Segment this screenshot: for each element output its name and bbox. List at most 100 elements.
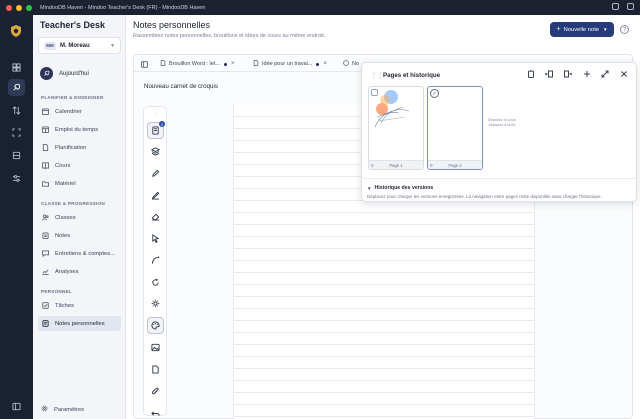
nav-item-notes-personnelles[interactable]: Notes personnelles [38,316,121,331]
section-planning: PLANIFIER & ENSEIGNER [41,95,104,100]
close-icon[interactable] [618,68,630,80]
close-tab-icon[interactable]: × [231,61,235,67]
chevron-down-icon: ▼ [367,185,372,191]
drag-handle-icon[interactable]: ⋮⋮ [371,72,383,79]
nav-item-planification[interactable]: Planification [38,140,121,155]
shield-logo-icon [9,24,23,38]
history-description: Déplacez pour charger les versions enreg… [367,194,602,199]
page-label: Page 2 [428,160,482,169]
page-selected-check-icon[interactable]: ✓ [430,89,439,98]
page-subtitle: Rassemblez notes personnelles, brouillon… [133,33,326,39]
gear-icon [41,405,48,414]
minimize-window-button[interactable] [16,4,22,11]
tab-label: Idée pour un travai... [262,61,313,67]
nav-item-materiel[interactable]: Matériel [38,176,121,191]
window-title: MindooDB Haven - Mindoo Teacher's Desk (… [40,4,206,11]
nav-label: Analyses [55,268,79,275]
main-content: Notes personnelles Rassemblez notes pers… [126,15,640,419]
document-icon[interactable] [147,361,164,378]
eraser-icon[interactable] [147,208,164,225]
sliders-icon[interactable] [8,170,25,187]
divider [362,178,636,179]
nav-item-classes[interactable]: Classes [38,210,121,225]
pages-count-badge: 2 [159,121,165,127]
clipboard-icon [41,232,49,240]
help-icon[interactable]: ? [620,25,629,34]
folder-icon [41,180,49,188]
version-history-toggle[interactable]: ▼ Historique des versions [367,185,433,191]
panel-toggle-icon[interactable] [8,398,25,415]
nav-item-cours[interactable]: Cours [38,158,121,173]
panel-title: Pages et historique [383,72,441,79]
rocket-icon[interactable] [8,79,25,96]
rotate-icon[interactable] [147,274,164,291]
nav-label: Classes [55,214,76,221]
expand-icon[interactable] [599,68,611,80]
layers-icon[interactable] [147,143,164,160]
tab-sketchbook[interactable]: No [343,59,359,69]
chat-icon [41,250,49,258]
icon-rail [0,15,33,419]
sidebar-toggle-icon[interactable] [141,59,148,69]
tab-label: Brouillon Word : let... [169,61,220,67]
scan-icon[interactable] [8,124,25,141]
chart-icon [41,268,49,276]
transfer-icon[interactable] [8,102,25,119]
today-link[interactable]: Aujourd'hui [40,67,89,80]
move-right-icon[interactable] [562,68,574,80]
nav-item-notes[interactable]: Notes [38,228,121,243]
settings-label: Paramètres [54,406,84,413]
tab-brouillon-word[interactable]: Brouillon Word : let... × [160,59,234,69]
tab-idee-travail[interactable]: Idée pour un travai... × [253,59,327,69]
database-icon[interactable] [8,147,25,164]
unsaved-dot [316,62,320,66]
page-select-checkbox[interactable] [371,89,378,96]
clipboard-icon[interactable] [525,68,537,80]
dashboard-icon[interactable] [8,59,25,76]
undo-icon[interactable] [147,405,164,419]
move-left-icon[interactable] [543,68,555,80]
page-thumbnail[interactable]: Page 1 0 [368,86,424,170]
history-label: Historique des versions [374,185,434,191]
page-thumbnail-selected[interactable]: ✓ Page 2 0 [427,86,483,170]
nav-label: Matériel [55,180,76,187]
pencil-icon[interactable] [147,165,164,182]
tab-label: No [352,61,360,67]
nav-label: Entretiens & comptes... [55,250,115,257]
drawing-toolbar: ⋮ 2 [143,106,167,416]
nav-item-calendrier[interactable]: Calendrier [38,104,121,119]
chevron-down-icon: ▼ [603,27,608,32]
nav-item-entretiens[interactable]: Entretiens & comptes... [38,246,121,261]
select-pointer-icon[interactable] [147,230,164,247]
nav-label: Emploi du temps [55,126,99,133]
marker-icon[interactable] [147,187,164,204]
drag-handle-icon[interactable]: ⋮ [153,110,158,116]
document-icon [41,144,49,152]
sun-icon[interactable] [147,295,164,312]
pages-tool-button[interactable]: 2 [147,121,165,139]
nav-item-emploi-du-temps[interactable]: Emploi du temps [38,122,121,137]
color-palette-icon[interactable] [147,317,164,334]
note-icon [41,320,49,328]
window-controls [6,4,32,11]
curve-tool-icon[interactable] [147,252,164,269]
close-tab-icon[interactable]: × [323,61,327,67]
brand-title: Teacher's Desk [40,20,106,30]
nav-item-analyses[interactable]: Analyses [38,264,121,279]
expand-icon[interactable] [627,3,634,10]
sync-icon[interactable] [612,3,619,10]
drop-zone-hint[interactable]: Déposez ici pour déplacer à la fin [484,118,520,128]
image-icon[interactable] [147,339,164,356]
new-note-button[interactable]: + Nouvelle note ▼ [550,22,614,37]
calendar-icon [41,108,49,116]
settings-link[interactable]: Paramètres [41,405,84,414]
nav-label: Calendrier [55,108,82,115]
add-page-icon[interactable] [581,68,593,80]
nav-item-taches[interactable]: Tâches [38,298,121,313]
user-name: M. Moreau [60,42,90,49]
close-window-button[interactable] [6,4,12,11]
maximize-window-button[interactable] [26,4,32,11]
user-switcher[interactable]: MM M. Moreau ▼ [38,37,121,54]
paperclip-icon[interactable] [147,383,164,400]
rocket-icon [40,67,53,80]
